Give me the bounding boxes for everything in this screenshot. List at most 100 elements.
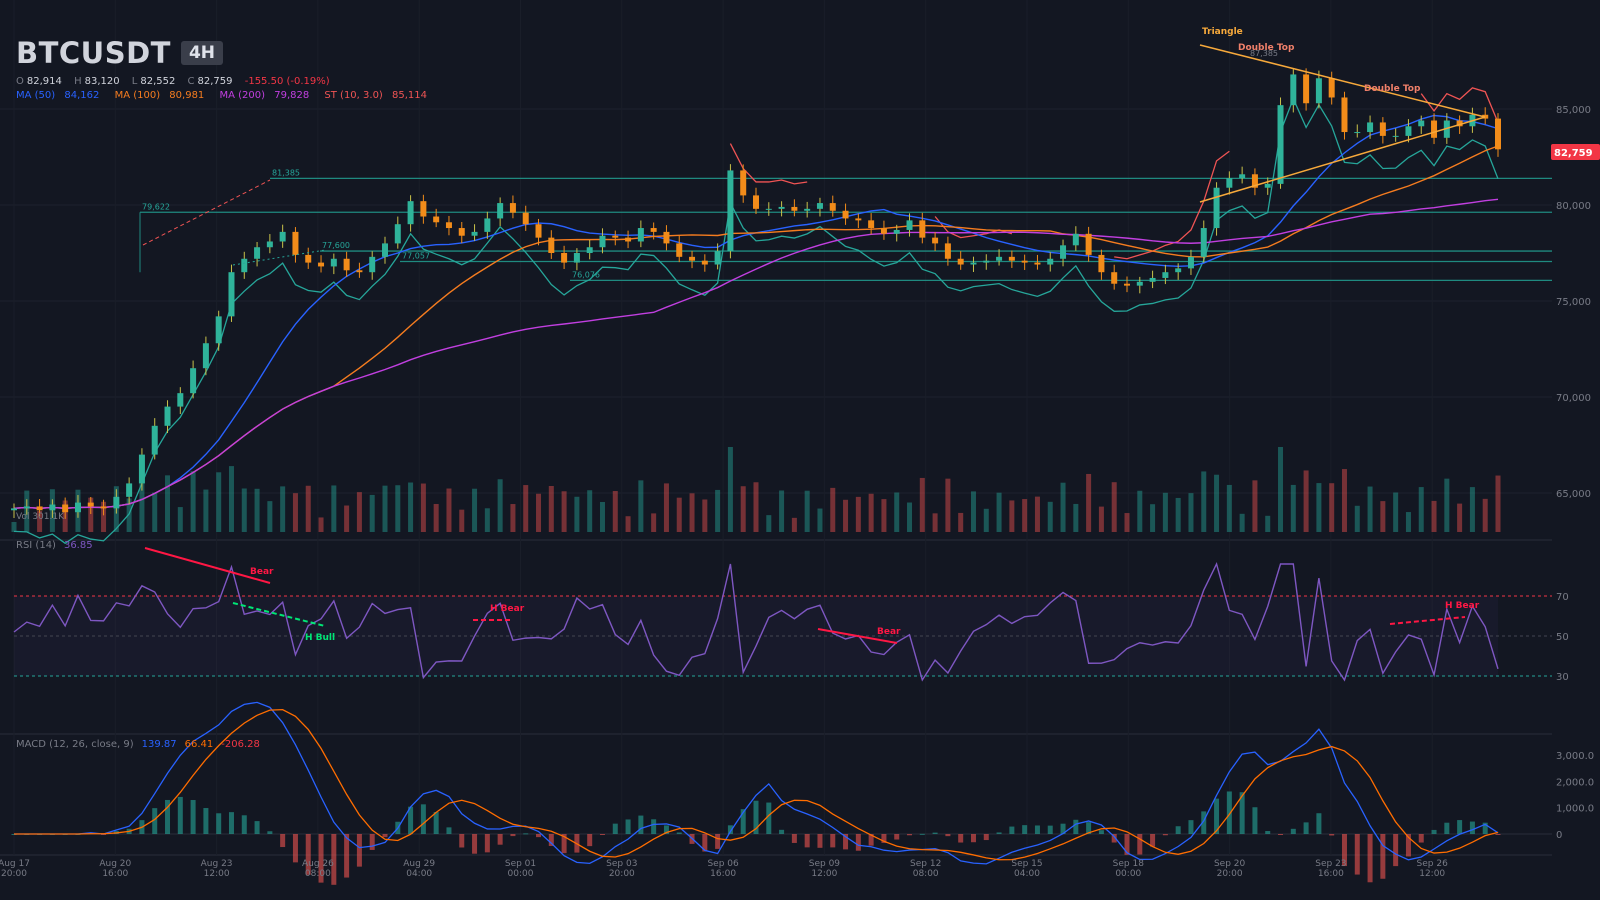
macd-histogram-bar bbox=[1393, 834, 1399, 867]
macd-histogram-bar bbox=[228, 812, 234, 834]
candle-body bbox=[663, 231, 670, 244]
candle-body bbox=[305, 254, 312, 263]
time-tick: Sep 20 bbox=[1214, 859, 1246, 869]
macd-legend[interactable]: MACD (12, 26, close, 9) 139.87 66.41 -206.2… bbox=[16, 739, 260, 750]
timeframe-badge[interactable]: 4H bbox=[180, 41, 224, 65]
macd-histogram-bar bbox=[1265, 830, 1271, 834]
supertrend-legend[interactable]: ST (10, 3.0) 85,114 bbox=[324, 90, 433, 101]
candle-body bbox=[637, 228, 644, 242]
close-label: C bbox=[187, 76, 195, 87]
candle-body bbox=[944, 243, 951, 259]
volume-bar bbox=[165, 475, 171, 532]
candle-body bbox=[1021, 260, 1028, 263]
ma200-legend[interactable]: MA (200) 79,828 bbox=[219, 90, 315, 101]
macd-histogram-bar bbox=[983, 834, 989, 841]
ma50-legend[interactable]: MA (50) 84,162 bbox=[16, 90, 105, 101]
open-label: O bbox=[16, 76, 24, 87]
time-tick: 12:00 bbox=[204, 869, 230, 879]
volume-bar bbox=[280, 486, 286, 532]
volume-bar bbox=[1341, 469, 1347, 532]
macd-histogram-bar bbox=[203, 808, 209, 834]
macd-title: MACD (12, 26, close, 9) bbox=[16, 739, 134, 750]
candle-body bbox=[970, 262, 977, 265]
time-tick: 08:00 bbox=[913, 869, 939, 879]
candle-body bbox=[420, 201, 427, 217]
candle-body bbox=[893, 229, 900, 234]
candle-body bbox=[1418, 120, 1425, 127]
volume-bar bbox=[587, 490, 593, 532]
volume-bar bbox=[561, 491, 567, 532]
volume-bar bbox=[791, 517, 797, 532]
time-tick: 08:00 bbox=[305, 869, 331, 879]
ma100-legend[interactable]: MA (100) 80,981 bbox=[115, 90, 211, 101]
macd-histogram-bar bbox=[356, 834, 362, 867]
volume-bar bbox=[1124, 513, 1130, 532]
volume-bar bbox=[292, 493, 298, 532]
candle-body bbox=[1315, 78, 1322, 104]
rsi-tick: 70 bbox=[1556, 592, 1569, 603]
macd-histogram-bar bbox=[292, 834, 298, 863]
symbol-title[interactable]: BTCUSDT bbox=[16, 36, 171, 70]
candle-body bbox=[1392, 135, 1399, 137]
candle-body bbox=[318, 262, 325, 267]
volume-bar bbox=[1188, 493, 1194, 532]
candle-body bbox=[126, 483, 133, 497]
candle-body bbox=[957, 258, 964, 265]
volume-bar bbox=[1137, 490, 1143, 532]
candle-body bbox=[87, 502, 94, 507]
candle-body bbox=[433, 216, 440, 223]
candle-body bbox=[1149, 277, 1156, 282]
macd-histogram-bar bbox=[254, 821, 260, 834]
level-label: 77,600 bbox=[322, 241, 350, 250]
volume-bar bbox=[1418, 487, 1424, 532]
signal-line bbox=[14, 708, 1499, 861]
candle-body bbox=[177, 393, 184, 407]
price-axis: 85,000 80,000 75,000 70,000 65,000 82,759 bbox=[1551, 105, 1600, 500]
volume-bar bbox=[203, 489, 209, 532]
macd-tick: 3,000.0 bbox=[1556, 751, 1594, 762]
macd-histogram-bar bbox=[523, 833, 529, 835]
volume-bar bbox=[1405, 512, 1411, 532]
candle-body bbox=[701, 260, 708, 265]
candle-body bbox=[1008, 256, 1015, 261]
hist-value: -206.28 bbox=[221, 739, 260, 750]
divergence-line bbox=[144, 547, 271, 584]
candle-body bbox=[753, 195, 759, 209]
macd-histogram-bar bbox=[1316, 813, 1322, 834]
volume-bar bbox=[420, 483, 426, 532]
level-label: 76,076 bbox=[572, 270, 600, 279]
candle-body bbox=[625, 237, 632, 242]
candle-body bbox=[113, 496, 120, 509]
time-tick: Sep 15 bbox=[1011, 859, 1042, 869]
indicator-legend: MA (50) 84,162 MA (100) 80,981 MA (200) … bbox=[16, 90, 439, 101]
rsi-legend[interactable]: RSI (14) 36.85 bbox=[16, 540, 93, 551]
current-price-label: 82,759 bbox=[1554, 148, 1593, 159]
chart-canvas[interactable]: 81,385 79,622 77,600 77,057 76,076 Triangle D… bbox=[0, 0, 1600, 900]
macd-tick: 0 bbox=[1556, 830, 1562, 841]
macd-histogram-bar bbox=[907, 834, 913, 836]
volume-bar bbox=[894, 492, 900, 532]
candle-body bbox=[880, 228, 887, 234]
volume-bar bbox=[727, 447, 733, 532]
volume-bar bbox=[881, 499, 887, 532]
macd-histogram-bar bbox=[241, 815, 247, 834]
candle-body bbox=[1328, 78, 1335, 98]
volume-bar bbox=[356, 492, 362, 532]
macd-histogram-bar bbox=[894, 834, 900, 840]
candle-body bbox=[1213, 187, 1220, 229]
macd-histogram-bar bbox=[1444, 822, 1450, 834]
volume-bar bbox=[1380, 501, 1386, 532]
volume-bar bbox=[1022, 499, 1028, 532]
macd-histogram-bar bbox=[1380, 834, 1386, 879]
time-tick: Sep 09 bbox=[809, 859, 841, 869]
volume-bar bbox=[1034, 496, 1040, 532]
rsi-title: RSI (14) bbox=[16, 540, 56, 551]
candle-body bbox=[932, 237, 939, 244]
macd-histogram-bar bbox=[1354, 834, 1360, 875]
macd-histogram-bar bbox=[510, 834, 516, 837]
volume-bar bbox=[523, 485, 529, 532]
macd-histogram-bar bbox=[1188, 820, 1194, 834]
candle-body bbox=[1405, 126, 1412, 136]
volume-bar bbox=[625, 516, 631, 532]
macd-histogram-bar bbox=[651, 819, 657, 834]
